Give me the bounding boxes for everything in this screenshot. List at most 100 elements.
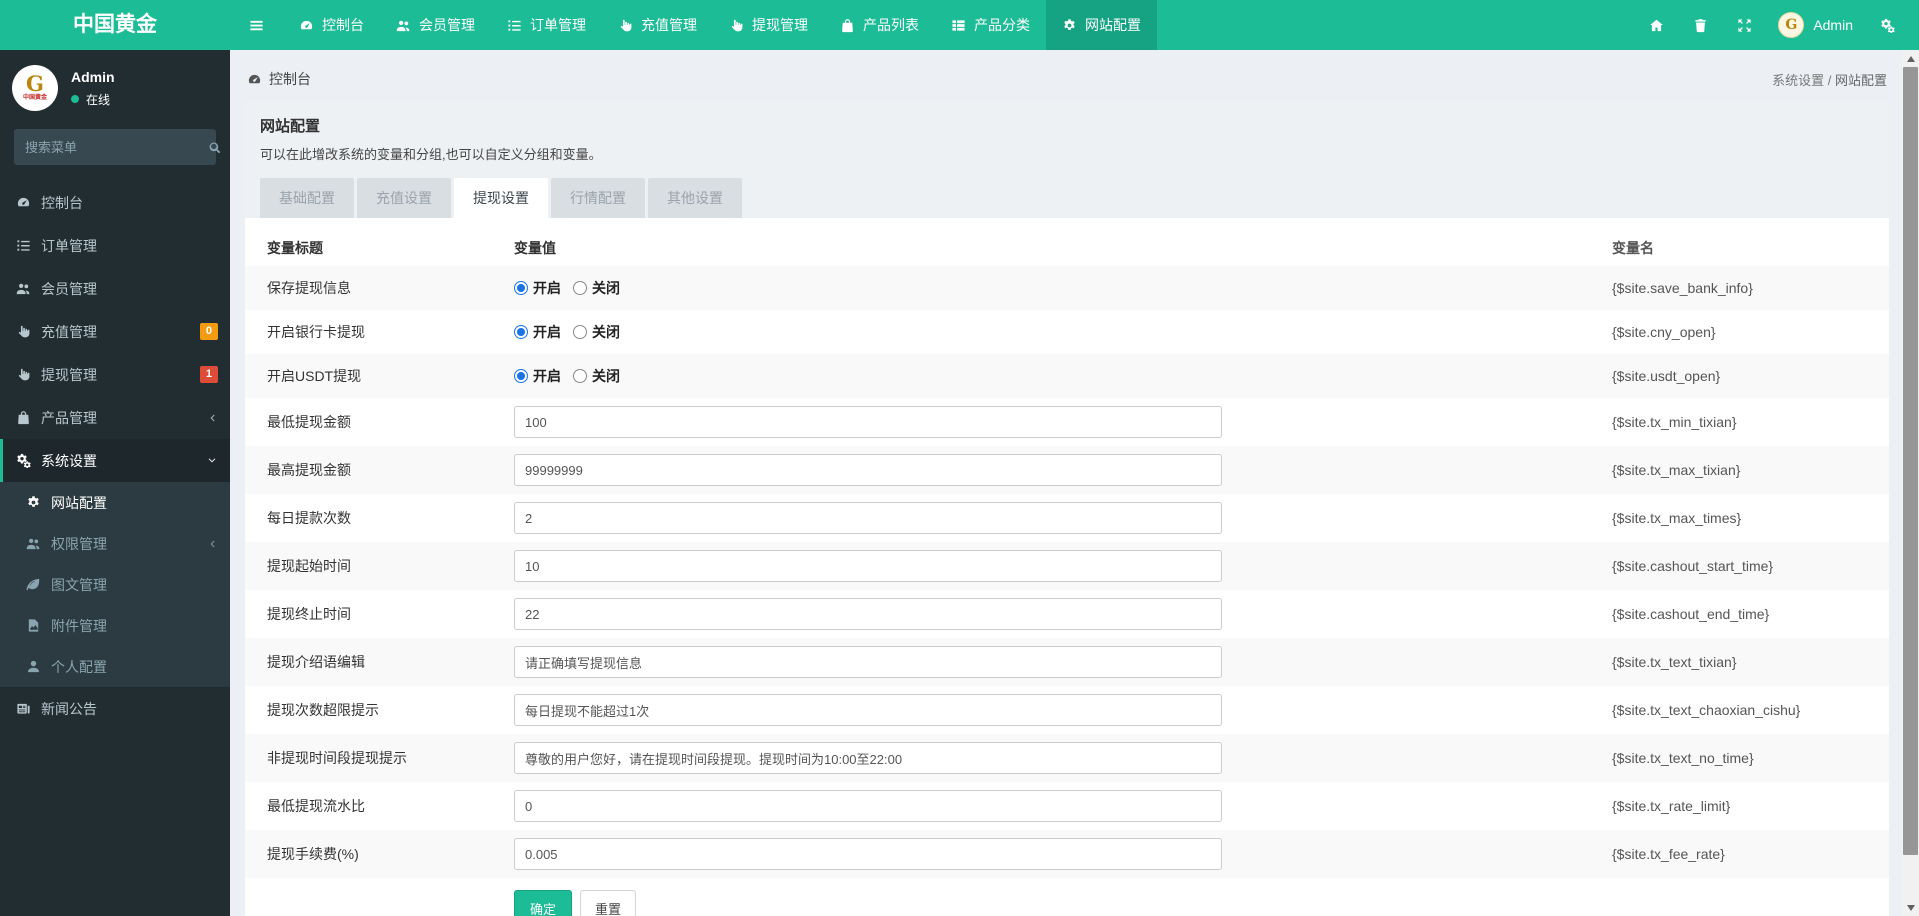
sidebar-item-label: 产品管理 <box>41 409 97 426</box>
breadcrumb: 控制台 系统设置 / 网站配置 <box>245 62 1889 102</box>
page-scrollbar[interactable] <box>1902 50 1919 916</box>
sidebar-item-system-settings[interactable]: 系统设置 <box>0 439 230 482</box>
user-name: Admin <box>1813 17 1853 33</box>
config-input[interactable] <box>514 406 1222 438</box>
config-value <box>514 454 1612 486</box>
radio-unchecked-icon[interactable] <box>573 369 587 383</box>
radio-checked-icon[interactable] <box>514 281 528 295</box>
top-navbar: 中国黄金 控制台 会员管理 订单管理 充值管理 提现管理 产品列表 产品分类 网站配置 G A… <box>0 0 1919 50</box>
reset-button[interactable]: 重置 <box>580 890 637 916</box>
scroll-thumb[interactable] <box>1903 67 1918 855</box>
page-title: 网站配置 <box>260 118 321 135</box>
config-input[interactable] <box>514 646 1222 678</box>
radio-unchecked-icon[interactable] <box>573 325 587 339</box>
online-dot-icon <box>71 95 79 103</box>
sidebar-item-recharge[interactable]: 充值管理 0 <box>0 310 230 353</box>
radio-option[interactable]: 关闭 <box>573 366 620 386</box>
config-row: 提现次数超限提示 {$site.tx_text_chaoxian_cishu} <box>245 686 1889 734</box>
variable-name: {$site.tx_max_times} <box>1612 510 1742 526</box>
tab-other[interactable]: 其他设置 <box>648 178 742 218</box>
radio-option[interactable]: 开启 <box>514 278 561 298</box>
user-menu[interactable]: G Admin <box>1766 12 1865 38</box>
home-button[interactable] <box>1634 0 1678 50</box>
radio-option-label: 关闭 <box>592 368 620 384</box>
submit-button[interactable]: 确定 <box>514 890 573 916</box>
topnav-item-product-list[interactable]: 产品列表 <box>824 0 935 50</box>
config-input[interactable] <box>514 694 1222 726</box>
config-row: 提现手续费(%) {$site.tx_fee_rate} <box>245 830 1889 878</box>
variable-name: {$site.cny_open} <box>1612 324 1716 340</box>
radio-option[interactable]: 关闭 <box>573 278 620 298</box>
menu-search-input[interactable] <box>25 139 201 155</box>
sidebar-item-withdraw[interactable]: 提现管理 1 <box>0 353 230 396</box>
topnav-item-dashboard[interactable]: 控制台 <box>283 0 380 50</box>
online-status: 在线 <box>71 91 115 108</box>
expand-icon <box>1737 18 1752 33</box>
topnav-item-orders[interactable]: 订单管理 <box>491 0 602 50</box>
config-input[interactable] <box>514 550 1222 582</box>
sidebar-item-orders[interactable]: 订单管理 <box>0 224 230 267</box>
sidebar-subitem-attachments[interactable]: 附件管理 <box>0 605 230 646</box>
variable-name: {$site.tx_text_chaoxian_cishu} <box>1612 702 1801 718</box>
config-input[interactable] <box>514 838 1222 870</box>
config-value: 开启 关闭 <box>514 366 1612 386</box>
sidebar-subitem-content[interactable]: 图文管理 <box>0 564 230 605</box>
tab-market[interactable]: 行情配置 <box>551 178 645 218</box>
breadcrumb-parent[interactable]: 系统设置 <box>1772 73 1824 88</box>
header-var-name: 变量名 <box>1612 240 1654 256</box>
sidebar-toggle-button[interactable] <box>230 0 283 50</box>
gear-icon <box>25 495 41 510</box>
radio-checked-icon[interactable] <box>514 325 528 339</box>
sidebar-item-label: 系统设置 <box>41 452 97 469</box>
variable-name: {$site.save_bank_info} <box>1612 280 1753 296</box>
topnav-item-recharge[interactable]: 充值管理 <box>602 0 713 50</box>
config-label: 开启USDT提现 <box>267 368 362 384</box>
topnav-item-members[interactable]: 会员管理 <box>380 0 491 50</box>
fullscreen-button[interactable] <box>1722 0 1766 50</box>
config-value <box>514 550 1612 582</box>
config-input[interactable] <box>514 454 1222 486</box>
sidebar-subitem-profile[interactable]: 个人配置 <box>0 646 230 687</box>
clear-cache-button[interactable] <box>1678 0 1722 50</box>
search-icon[interactable] <box>207 140 222 155</box>
sidebar-item-dashboard[interactable]: 控制台 <box>0 181 230 224</box>
tab-basic[interactable]: 基础配置 <box>260 178 354 218</box>
topnav-item-label: 会员管理 <box>419 17 475 33</box>
radio-option-label: 关闭 <box>592 280 620 296</box>
settings-button[interactable] <box>1865 0 1909 50</box>
radio-checked-icon[interactable] <box>514 369 528 383</box>
scroll-up-arrow[interactable] <box>1902 50 1919 67</box>
topnav-item-withdraw[interactable]: 提现管理 <box>713 0 824 50</box>
radio-option[interactable]: 关闭 <box>573 322 620 342</box>
variable-name: {$site.cashout_start_time} <box>1612 558 1774 574</box>
tab-withdraw[interactable]: 提现设置 <box>454 178 548 218</box>
config-input[interactable] <box>514 790 1222 822</box>
form-actions: 确定 重置 <box>267 890 1867 916</box>
topnav-item-label: 产品分类 <box>974 17 1030 33</box>
variable-name: {$site.cashout_end_time} <box>1612 606 1770 622</box>
radio-option-label: 开启 <box>533 324 561 340</box>
topnav-item-site-config[interactable]: 网站配置 <box>1046 0 1157 50</box>
config-row: 提现起始时间 {$site.cashout_start_time} <box>245 542 1889 590</box>
sidebar-item-products[interactable]: 产品管理 <box>0 396 230 439</box>
config-input[interactable] <box>514 598 1222 630</box>
topnav-item-label: 订单管理 <box>530 17 586 33</box>
config-input[interactable] <box>514 502 1222 534</box>
breadcrumb-left[interactable]: 控制台 <box>247 69 311 89</box>
list-icon <box>507 18 522 33</box>
variable-name: {$site.tx_text_no_time} <box>1612 750 1754 766</box>
config-panel: 网站配置 可以在此增改系统的变量和分组,也可以自定义分组和变量。 基础配置 充值设… <box>245 102 1889 916</box>
config-input[interactable] <box>514 742 1222 774</box>
radio-option[interactable]: 开启 <box>514 322 561 342</box>
sidebar-item-members[interactable]: 会员管理 <box>0 267 230 310</box>
tab-recharge[interactable]: 充值设置 <box>357 178 451 218</box>
breadcrumb-right: 系统设置 / 网站配置 <box>1772 72 1887 88</box>
scroll-down-arrow[interactable] <box>1902 899 1919 916</box>
sidebar-item-news[interactable]: 新闻公告 <box>0 687 230 730</box>
top-menu: 控制台 会员管理 订单管理 充值管理 提现管理 产品列表 产品分类 网站配置 <box>283 0 1157 50</box>
sidebar-subitem-site-config[interactable]: 网站配置 <box>0 482 230 523</box>
topnav-item-product-category[interactable]: 产品分类 <box>935 0 1046 50</box>
sidebar-subitem-permissions[interactable]: 权限管理 <box>0 523 230 564</box>
radio-option[interactable]: 开启 <box>514 366 561 386</box>
radio-unchecked-icon[interactable] <box>573 281 587 295</box>
